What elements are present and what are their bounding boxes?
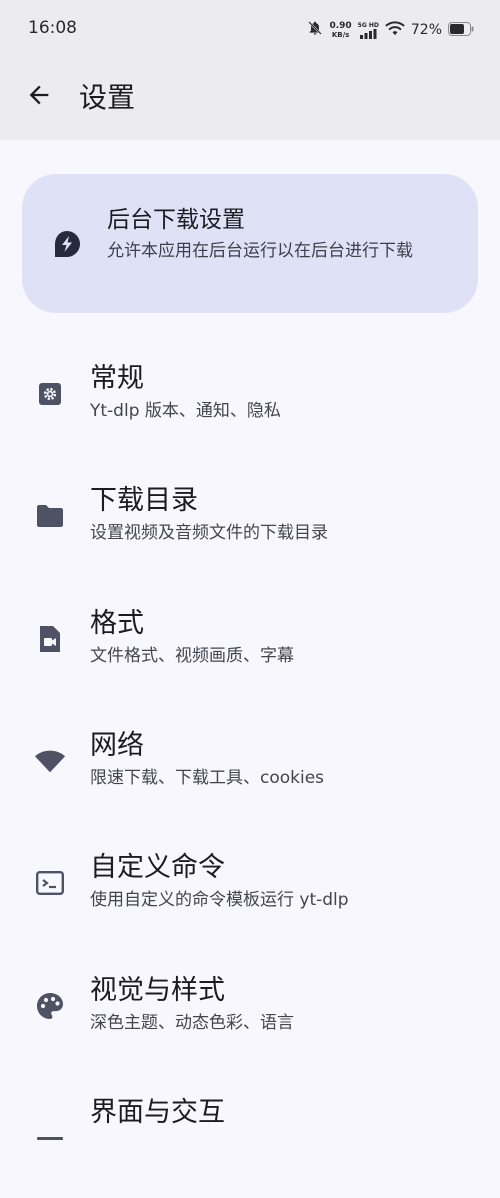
setting-description: 使用自定义的命令模板运行 yt-dlp — [90, 890, 349, 910]
setting-format[interactable]: 格式 文件格式、视频画质、字幕 — [0, 599, 500, 709]
setting-appearance[interactable]: 视觉与样式 深色主题、动态色彩、语言 — [0, 966, 500, 1076]
setting-network[interactable]: 网络 限速下载、下载工具、cookies — [0, 721, 500, 831]
signal-indicator: 5G HD — [358, 22, 379, 39]
setting-description: Yt-dlp 版本、通知、隐私 — [90, 401, 281, 421]
net-speed-value: 0.90 — [329, 20, 352, 31]
setting-description: 设置视频及音频文件的下载目录 — [90, 523, 328, 543]
setting-description: 限速下载、下载工具、cookies — [90, 768, 325, 788]
terminal-icon — [34, 867, 66, 899]
gear-square-icon — [34, 378, 66, 410]
setting-title: 常规 — [90, 363, 144, 394]
app-bar: 设置 — [0, 60, 500, 140]
status-time: 16:08 — [28, 18, 77, 38]
net-speed: 0.90 KB/s — [329, 20, 352, 39]
banner-title: 后台下载设置 — [107, 207, 245, 233]
video-file-icon — [34, 623, 66, 655]
folder-icon — [34, 500, 66, 532]
setting-general[interactable]: 常规 Yt-dlp 版本、通知、隐私 — [0, 354, 500, 464]
bolt-icon — [52, 229, 82, 259]
mute-bell-icon — [307, 20, 323, 40]
signal-bars-icon — [359, 28, 377, 39]
banner-description: 允许本应用在后台运行以在后台进行下载 — [107, 241, 413, 261]
setting-title: 界面与交互 — [90, 1097, 225, 1128]
wifi-status-icon — [385, 20, 405, 40]
palette-icon — [34, 990, 66, 1022]
status-icons: 0.90 KB/s 5G HD 72% — [307, 18, 474, 42]
network-type: 5G HD — [357, 21, 379, 29]
setting-description: 文件格式、视频画质、字幕 — [90, 646, 294, 666]
setting-interface[interactable]: 界面与交互 — [0, 1088, 500, 1198]
touch-icon — [34, 1112, 66, 1144]
battery-icon — [448, 21, 474, 40]
wifi-icon — [34, 745, 66, 777]
setting-custom-command[interactable]: 自定义命令 使用自定义的命令模板运行 yt-dlp — [0, 843, 500, 953]
page-title: 设置 — [79, 81, 136, 114]
setting-title: 格式 — [90, 608, 144, 639]
setting-description: 深色主题、动态色彩、语言 — [90, 1013, 294, 1033]
status-bar: 16:08 0.90 KB/s 5G HD 72% — [0, 0, 500, 60]
background-download-card[interactable]: 后台下载设置 允许本应用在后台运行以在后台进行下载 — [22, 174, 478, 313]
battery-percent: 72% — [410, 22, 442, 38]
back-button[interactable] — [14, 70, 64, 120]
net-speed-unit: KB/s — [331, 30, 350, 39]
arrow-back-icon — [29, 85, 49, 105]
setting-title: 下载目录 — [90, 485, 198, 516]
setting-title: 自定义命令 — [90, 852, 225, 883]
setting-title: 网络 — [90, 730, 144, 761]
setting-download-directory[interactable]: 下载目录 设置视频及音频文件的下载目录 — [0, 476, 500, 586]
setting-title: 视觉与样式 — [90, 975, 225, 1006]
